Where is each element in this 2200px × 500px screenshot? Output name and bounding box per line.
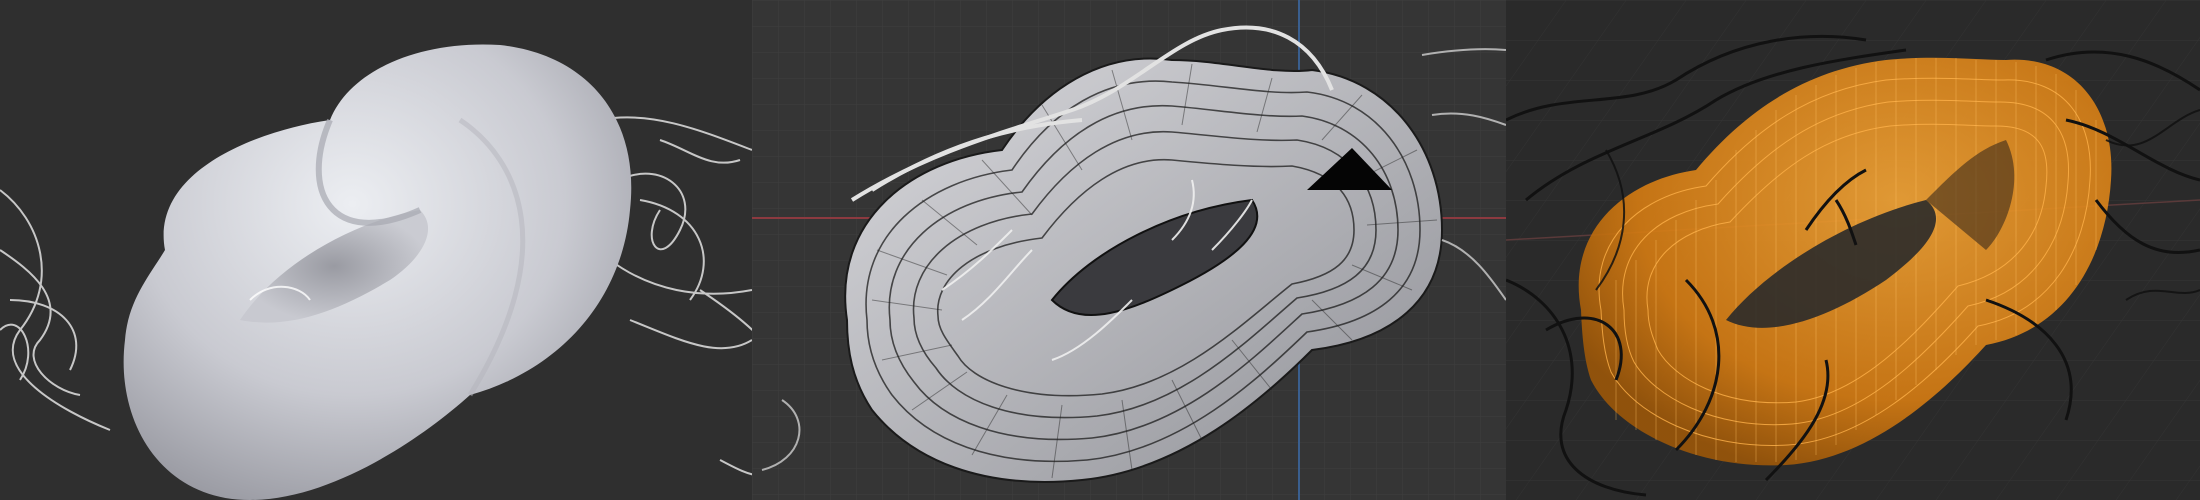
xray-knot-render xyxy=(1506,0,2200,500)
solid-knot-render xyxy=(0,44,752,500)
viewport-strip xyxy=(0,0,2200,500)
xray-viewport[interactable] xyxy=(1506,0,2200,500)
wireframe-viewport[interactable] xyxy=(752,0,1506,500)
wireframe-knot-render xyxy=(752,0,1506,500)
solid-shaded-viewport[interactable] xyxy=(0,0,752,500)
hair-curves-left xyxy=(0,189,111,431)
solid-torus-knot xyxy=(123,44,632,500)
